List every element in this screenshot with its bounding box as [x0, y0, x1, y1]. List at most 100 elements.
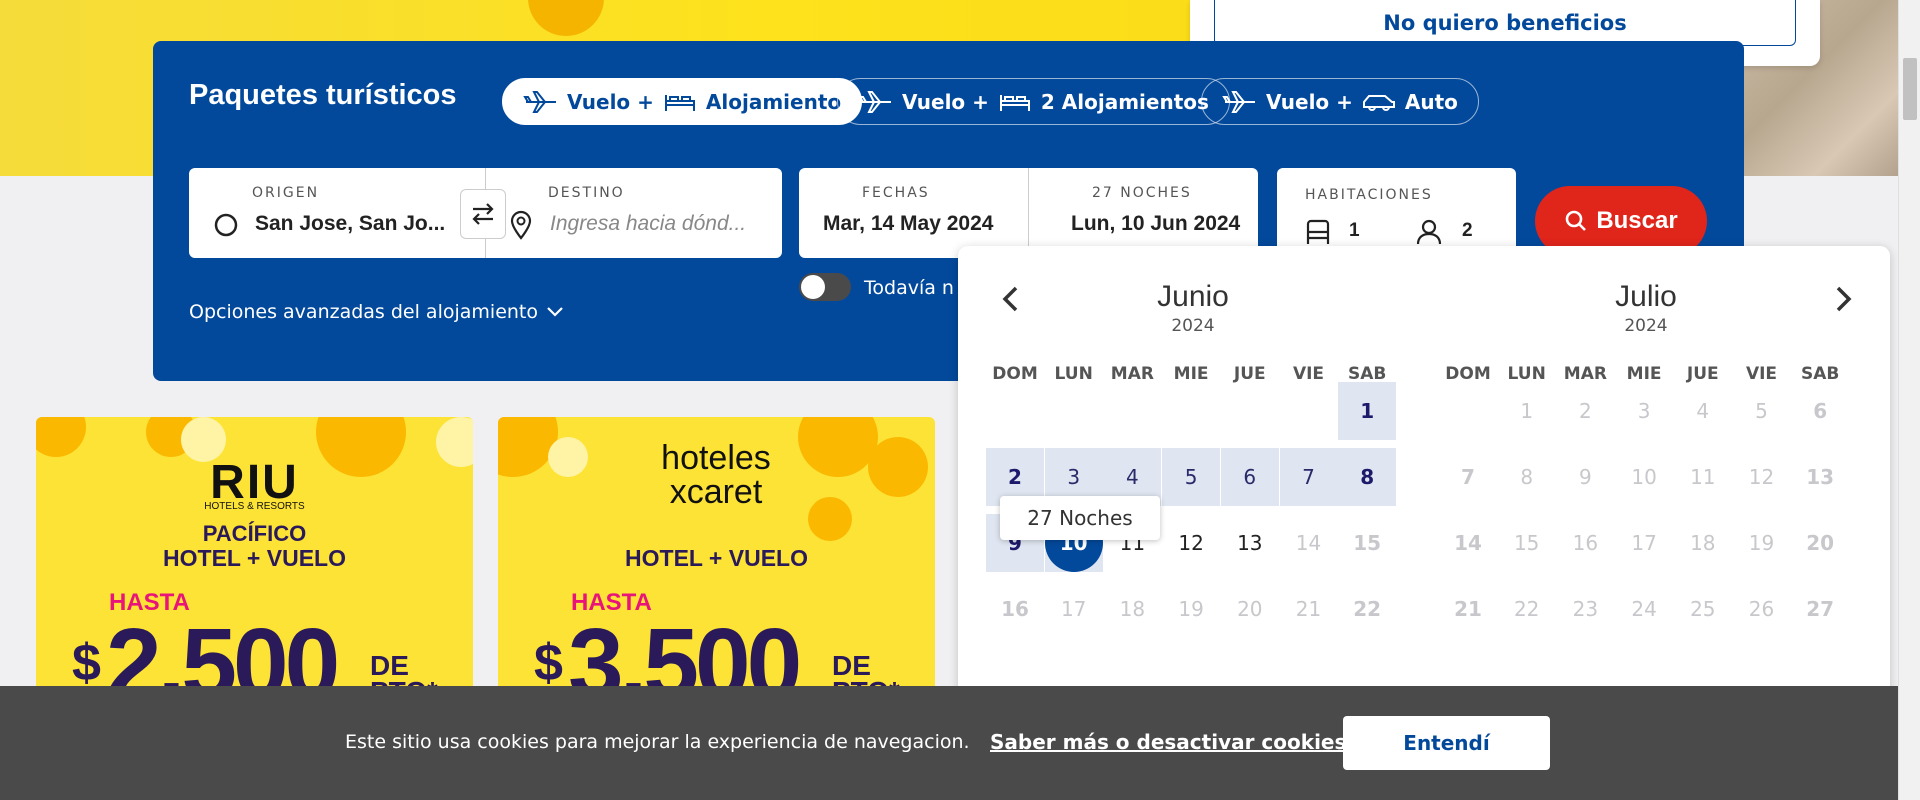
calendar-day[interactable]: 5	[1162, 448, 1221, 506]
chevron-down-icon	[547, 307, 563, 317]
promo-offer: HOTEL + VUELO	[163, 545, 346, 571]
toggle-knob	[801, 275, 825, 299]
rooms-label: HABITACIONES	[1305, 187, 1433, 203]
origin-input[interactable]: San Jose, San Jo...	[255, 212, 445, 236]
weekday-header: MIE	[1173, 364, 1209, 384]
calendar-day: 6	[1813, 399, 1828, 423]
promo-region: PACÍFICO	[202, 521, 307, 546]
cookie-banner: Este sitio usa cookies para mejorar la e…	[0, 686, 1898, 800]
decline-benefits-button[interactable]: No quiero beneficios	[1214, 0, 1796, 46]
calendar-day: 13	[1806, 465, 1835, 489]
tab-flight-hotel[interactable]: Vuelo + Alojamiento	[502, 78, 863, 125]
next-month-icon[interactable]	[1828, 284, 1858, 314]
prev-month-icon[interactable]	[996, 284, 1026, 314]
weekday-header: SAB	[1348, 364, 1387, 384]
swap-arrows-icon	[472, 203, 494, 225]
weekday-header: VIE	[1292, 364, 1325, 384]
swap-button[interactable]	[460, 189, 506, 239]
calendar-day: 14	[1454, 531, 1482, 555]
month-name: Julio	[1615, 280, 1677, 313]
calendar-day: 18	[1690, 531, 1716, 555]
nights-tooltip: 27 Noches	[1000, 496, 1160, 540]
page-scrollbar[interactable]	[1898, 0, 1920, 800]
calendar-day: 23	[1572, 597, 1599, 621]
weekday-header: DOM	[992, 364, 1038, 384]
calendar-day: 27	[1806, 597, 1835, 621]
tab-flight-two-hotels[interactable]: Vuelo + 2 Alojamientos	[837, 78, 1230, 125]
calendar-day[interactable]: 1	[1338, 382, 1397, 440]
calendar-day: 3	[1637, 399, 1651, 423]
decoration-bubble	[548, 437, 588, 477]
cookie-settings-link[interactable]: Saber más o desactivar cookies.	[990, 730, 1354, 754]
calendar-day: 17	[1060, 597, 1087, 621]
weekday-header: JUE	[1233, 364, 1266, 384]
calendar-day: 1	[1520, 399, 1534, 423]
calendar-day: 25	[1690, 597, 1716, 621]
calendar-day: 12	[1748, 465, 1775, 489]
promo-brand: hoteles xcaret	[661, 439, 771, 511]
advanced-options-label: Opciones avanzadas del alojamiento	[189, 301, 538, 323]
calendar-day: 20	[1806, 531, 1835, 555]
date-picker: Junio 2024 Julio 2024 DOM LUN MAR MIE JUE VIE…	[958, 246, 1890, 706]
bed-icon	[999, 94, 1030, 111]
decoration-bubble	[868, 437, 928, 497]
month-year: 2024	[1171, 316, 1215, 336]
calendar-day: 8	[1520, 465, 1534, 489]
calendar-day: 10	[1631, 465, 1657, 489]
end-date[interactable]: Lun, 10 Jun 2024	[1071, 212, 1240, 236]
promo-currency: $	[534, 634, 563, 692]
advanced-options-toggle[interactable]: Opciones avanzadas del alojamiento	[189, 301, 564, 323]
promo-card-riu[interactable]: RIU HOTELS & RESORTS PACÍFICO HOTEL + VU…	[36, 417, 473, 717]
calendar-day[interactable]: 6	[1220, 448, 1279, 506]
calendar-day: 11	[1690, 465, 1716, 489]
search-icon	[1566, 210, 1587, 231]
guests-count: 2	[1462, 220, 1473, 241]
tab-prefix: Vuelo +	[902, 89, 989, 114]
plane-icon	[858, 90, 891, 113]
scrollbar-thumb[interactable]	[1903, 58, 1917, 120]
calendar-day: 26	[1748, 597, 1775, 621]
dates-field[interactable]: FECHAS Mar, 14 May 2024 27 NOCHES Lun, 1…	[799, 168, 1258, 258]
bed-icon	[664, 94, 695, 111]
weekday-header: MAR	[1563, 364, 1607, 384]
calendar-day: 9	[1579, 465, 1592, 489]
calendar-day: 4	[1696, 399, 1710, 423]
month-name: Junio	[1157, 280, 1229, 313]
origin-circle-icon	[214, 213, 238, 237]
destination-label: DESTINO	[548, 185, 625, 201]
accept-cookies-button[interactable]: Entendí	[1343, 716, 1550, 770]
calendar-day: 17	[1631, 531, 1657, 555]
panel-title: Paquetes turísticos	[189, 79, 457, 111]
calendar-day: 7	[1461, 465, 1475, 489]
flexible-dates-toggle[interactable]	[799, 273, 851, 301]
weekday-header: MIE	[1626, 364, 1662, 384]
decoration-bubble	[36, 417, 86, 457]
tab-flight-car[interactable]: Vuelo + Auto	[1201, 78, 1479, 125]
start-date[interactable]: Mar, 14 May 2024	[823, 212, 993, 236]
promo-currency: $	[72, 634, 101, 692]
promo-card-xcaret[interactable]: hoteles xcaret HOTEL + VUELO HASTA $ 3.5…	[498, 417, 935, 717]
calendar-day: 21	[1295, 597, 1322, 621]
person-icon	[1416, 219, 1442, 245]
flexible-dates-label: Todavía n	[864, 277, 954, 299]
weekday-header: VIE	[1745, 364, 1778, 384]
calendar-day: 22	[1353, 597, 1382, 621]
banner-decoration	[528, 0, 604, 36]
tab-prefix: Vuelo +	[1266, 89, 1353, 114]
decoration-bubble	[498, 417, 558, 477]
weekday-header: SAB	[1801, 364, 1840, 384]
month-year: 2024	[1624, 316, 1668, 336]
calendar-day: 18	[1119, 597, 1146, 621]
cookie-text: Este sitio usa cookies para mejorar la e…	[345, 731, 970, 753]
nights-label: 27 NOCHES	[1092, 185, 1192, 201]
calendar-day[interactable]: 8	[1338, 448, 1397, 506]
weekday-header: LUN	[1507, 364, 1546, 384]
calendar-day: 19	[1178, 597, 1204, 621]
calendar-day[interactable]: 13	[1221, 514, 1279, 572]
calendar-day: 19	[1748, 531, 1775, 555]
destination-input[interactable]: Ingresa hacia dónd...	[550, 212, 746, 236]
rooms-field[interactable]: HABITACIONES 1 2	[1277, 168, 1516, 258]
calendar-day: 15	[1353, 531, 1382, 555]
calendar-day[interactable]: 12	[1162, 514, 1220, 572]
calendar-day[interactable]: 7	[1279, 448, 1338, 506]
